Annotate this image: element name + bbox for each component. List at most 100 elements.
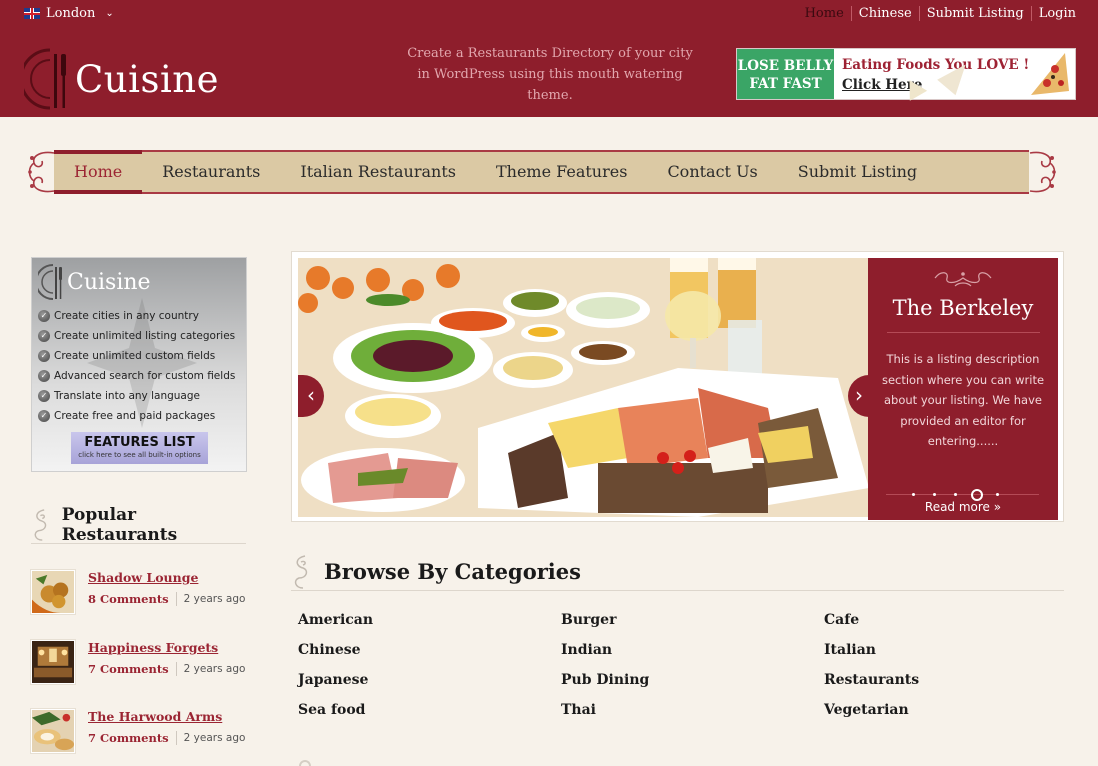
nav-italian-restaurants[interactable]: Italian Restaurants: [280, 152, 476, 192]
nav-ornament-left-icon: [28, 151, 55, 193]
restaurant-name-link[interactable]: Shadow Lounge: [88, 570, 245, 585]
nav-theme-features[interactable]: Theme Features: [476, 152, 647, 192]
features-list-subtitle: click here to see all built-in options: [78, 451, 201, 459]
scroll-ornament-icon: [34, 508, 47, 541]
slide-title[interactable]: The Berkeley: [868, 296, 1058, 320]
scroll-ornament-icon: [294, 554, 308, 589]
site-logo[interactable]: Cuisine: [24, 48, 219, 110]
category-link[interactable]: Restaurants: [824, 672, 998, 692]
restaurant-meta: 7 Comments 2 years ago: [88, 731, 245, 745]
category-link[interactable]: Burger: [561, 612, 824, 632]
category-link[interactable]: Cafe: [824, 612, 998, 632]
popular-restaurants-title: Popular Restaurants: [61, 504, 178, 545]
promo-feature: ✓ Advanced search for custom fields: [38, 366, 235, 386]
restaurant-meta: 7 Comments 2 years ago: [88, 662, 245, 676]
post-time: 2 years ago: [183, 732, 246, 744]
restaurant-thumbnail[interactable]: [31, 640, 75, 684]
promo-feature-list: ✓ Create cities in any country ✓ Create un…: [38, 306, 235, 426]
meta-divider: [175, 592, 177, 606]
category-link[interactable]: American: [298, 612, 561, 632]
site-tagline: Create a Restaurants Directory of your c…: [407, 46, 693, 103]
uk-flag-icon: [24, 8, 40, 19]
promo-feature: ✓ Create unlimited custom fields: [38, 346, 235, 366]
slide-info-panel: The Berkeley This is a listing descripti…: [868, 258, 1058, 520]
top-link-home[interactable]: Home: [798, 6, 851, 21]
promo-feature-text: Create free and paid packages: [54, 410, 216, 422]
pizza-image: [1031, 53, 1069, 95]
popular-restaurant-info: Shadow Lounge 8 Comments 2 years ago: [88, 570, 245, 614]
logo-text: Cuisine: [75, 57, 220, 101]
nav-bar: Home Restaurants Italian Restaurants The…: [54, 150, 1029, 194]
plate-cutlery-icon: [24, 48, 66, 110]
plate-cutlery-icon: [38, 264, 62, 300]
features-list-button[interactable]: FEATURES LIST click here to see all buil…: [71, 432, 208, 464]
nav-ornament-right-icon: [1029, 151, 1056, 193]
promo-logo: Cuisine: [38, 264, 151, 300]
popular-restaurant-info: The Harwood Arms 7 Comments 2 years ago: [88, 709, 245, 753]
comments-link[interactable]: 7 Comments: [88, 662, 169, 676]
meta-divider: [175, 662, 177, 676]
promo-title: Cuisine: [67, 269, 151, 295]
featured-slider: ‹ › The Berkeley This is a listing descr…: [291, 251, 1064, 522]
top-link-chinese[interactable]: Chinese: [850, 6, 919, 21]
category-link[interactable]: Italian: [824, 642, 998, 662]
meta-divider: [175, 731, 177, 745]
top-link-submit-listing[interactable]: Submit Listing: [918, 6, 1031, 21]
promo-feature: ✓ Create cities in any country: [38, 306, 235, 326]
category-link[interactable]: Japanese: [298, 672, 561, 692]
popular-restaurant-info: Happiness Forgets 7 Comments 2 years ago: [88, 640, 245, 684]
main-navigation: Home Restaurants Italian Restaurants The…: [24, 149, 1060, 195]
category-link[interactable]: Chinese: [298, 642, 561, 662]
promo-feature-text: Create unlimited custom fields: [54, 350, 216, 362]
next-section-ornament-icon: [299, 760, 311, 766]
flourish-ornament-icon: [934, 272, 992, 287]
site-header: London ⌄ Home Chinese Submit Listing Log…: [0, 0, 1098, 117]
slider-dot[interactable]: [954, 493, 957, 496]
restaurant-name-link[interactable]: The Harwood Arms: [88, 709, 245, 724]
category-link[interactable]: Thai: [561, 702, 824, 722]
check-icon: ✓: [38, 330, 50, 342]
category-link[interactable]: Sea food: [298, 702, 561, 722]
check-icon: ✓: [38, 310, 50, 322]
nav-submit-listing[interactable]: Submit Listing: [778, 152, 937, 192]
check-icon: ✓: [38, 390, 50, 402]
promo-feature-text: Translate into any language: [54, 390, 200, 402]
popular-restaurant-item: Shadow Lounge 8 Comments 2 years ago: [31, 570, 245, 614]
check-icon: ✓: [38, 350, 50, 362]
header-ad-banner[interactable]: LOSE BELLY FAT FAST Eating Foods You LOV…: [736, 48, 1076, 101]
check-icon: ✓: [38, 370, 50, 382]
popular-restaurant-item: The Harwood Arms 7 Comments 2 years ago: [31, 709, 245, 753]
restaurant-meta: 8 Comments 2 years ago: [88, 592, 245, 606]
ad-green-block: LOSE BELLY FAT FAST: [737, 49, 834, 99]
promo-feature: ✓ Translate into any language: [38, 386, 235, 406]
restaurant-thumbnail[interactable]: [31, 570, 75, 614]
nav-restaurants[interactable]: Restaurants: [142, 152, 280, 192]
ad-content: Eating Foods You LOVE ! Click Here: [834, 49, 1075, 101]
restaurant-name-link[interactable]: Happiness Forgets: [88, 640, 245, 655]
slide-food-image[interactable]: [298, 258, 869, 517]
category-list: American Burger Cafe Chinese Indian Ital…: [298, 612, 998, 722]
promo-feature-text: Create cities in any country: [54, 310, 199, 322]
restaurant-thumbnail[interactable]: [31, 709, 75, 753]
promo-feature-text: Create unlimited listing categories: [54, 330, 236, 342]
slide-description: This is a listing description section wh…: [881, 352, 1045, 448]
read-more-link[interactable]: Read more »: [868, 500, 1058, 514]
city-name: London: [46, 6, 96, 21]
nav-home[interactable]: Home: [54, 150, 143, 194]
comments-link[interactable]: 8 Comments: [88, 592, 169, 606]
category-link[interactable]: Vegetarian: [824, 702, 998, 722]
category-link[interactable]: Pub Dining: [561, 672, 824, 692]
features-promo-banner[interactable]: Cuisine ✓ Create cities in any country ✓ C…: [31, 257, 247, 472]
popular-restaurant-item: Happiness Forgets 7 Comments 2 years ago: [31, 640, 245, 684]
chevron-down-icon: ⌄: [105, 8, 114, 19]
nav-contact-us[interactable]: Contact Us: [647, 152, 777, 192]
slider-dot[interactable]: [933, 493, 936, 496]
top-navigation: Home Chinese Submit Listing Login: [798, 6, 1076, 21]
browse-categories-title: Browse By Categories: [324, 559, 581, 584]
top-link-login[interactable]: Login: [1030, 6, 1076, 21]
slider-dot[interactable]: [996, 493, 999, 496]
slider-dot[interactable]: [912, 493, 915, 496]
comments-link[interactable]: 7 Comments: [88, 731, 169, 745]
city-selector[interactable]: London ⌄: [24, 6, 114, 21]
category-link[interactable]: Indian: [561, 642, 824, 662]
